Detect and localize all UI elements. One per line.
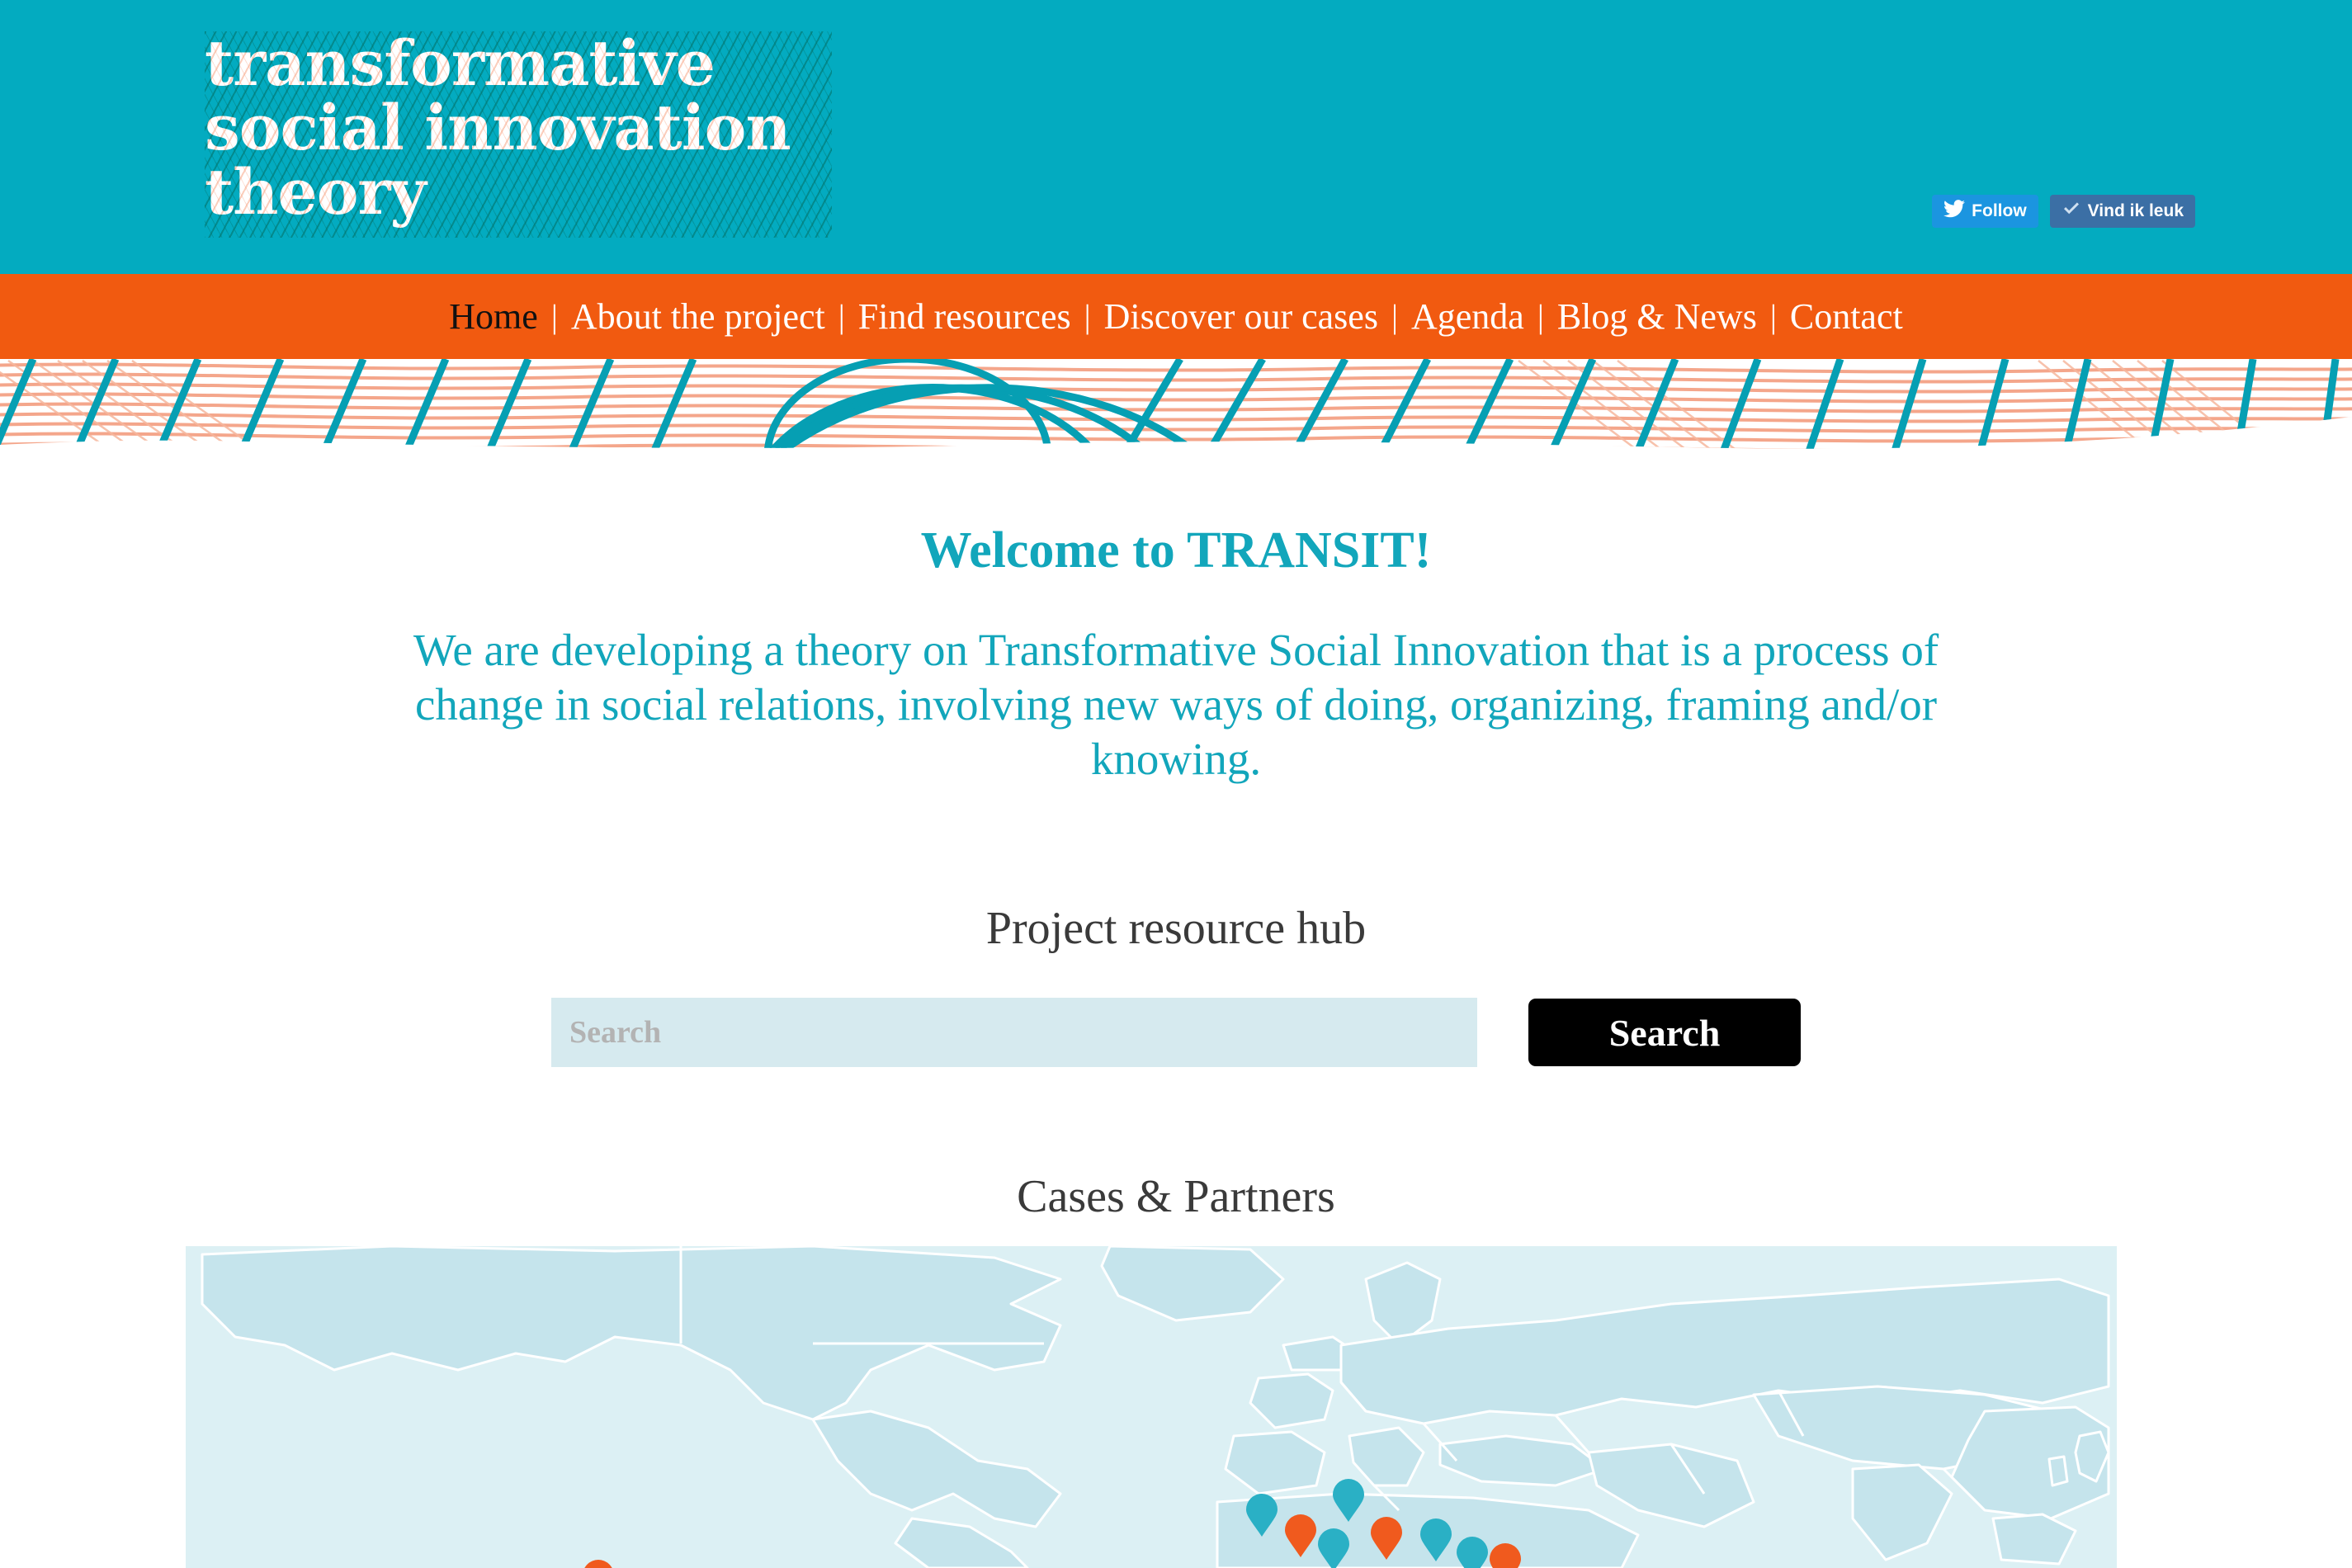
cases-partners-map[interactable] [186,1246,2117,1568]
nav-item-blog-and-news[interactable]: Blog & News [1557,274,1757,359]
nav-item-contact[interactable]: Contact [1790,274,1903,359]
page-title: Welcome to TRANSIT! [920,522,1432,579]
twitter-follow-button[interactable]: Follow [1932,195,2038,228]
site-header: transformative social innovation theory … [0,0,2352,274]
logo-line-1: transformative [205,26,716,100]
twitter-follow-label: Follow [1972,201,2027,220]
nav-separator: | [838,298,845,335]
facebook-like-button[interactable]: Vind ik leuk [2049,195,2195,228]
logo-line-3: theory [205,155,427,229]
nav-separator: | [550,298,558,335]
page-content: Welcome to TRANSIT! We are developing a … [0,454,2352,1223]
nav-separator: | [1391,298,1398,335]
resource-hub-heading: Project resource hub [985,903,1367,954]
check-icon [2062,199,2081,224]
facebook-like-label: Vind ik leuk [2087,201,2184,220]
search-row: Search [0,998,2352,1067]
site-logo[interactable]: transformative social innovation theory [205,31,832,238]
social-buttons: Follow Vind ik leuk [1932,195,2195,228]
search-button[interactable]: Search [1528,999,1801,1066]
logo-line-2: social innovation [205,91,791,164]
nav-item-find-resources[interactable]: Find resources [858,274,1071,359]
decorative-contour-band [0,359,2352,454]
nav-separator: | [1084,298,1091,335]
search-input[interactable] [551,998,1477,1067]
welcome-paragraph: We are developing a theory on Transforma… [413,625,1939,784]
nav-separator: | [1769,298,1777,335]
main-navigation: Home | About the project | Find resource… [0,274,2352,359]
nav-item-about-the-project[interactable]: About the project [571,274,825,359]
twitter-bird-icon [1943,200,1966,223]
cases-and-partners-heading: Cases & Partners [1017,1171,1335,1222]
nav-item-agenda[interactable]: Agenda [1411,274,1524,359]
nav-item-home[interactable]: Home [449,274,538,359]
nav-separator: | [1537,298,1544,335]
world-map [186,1246,2117,1568]
nav-item-discover-our-cases[interactable]: Discover our cases [1104,274,1378,359]
